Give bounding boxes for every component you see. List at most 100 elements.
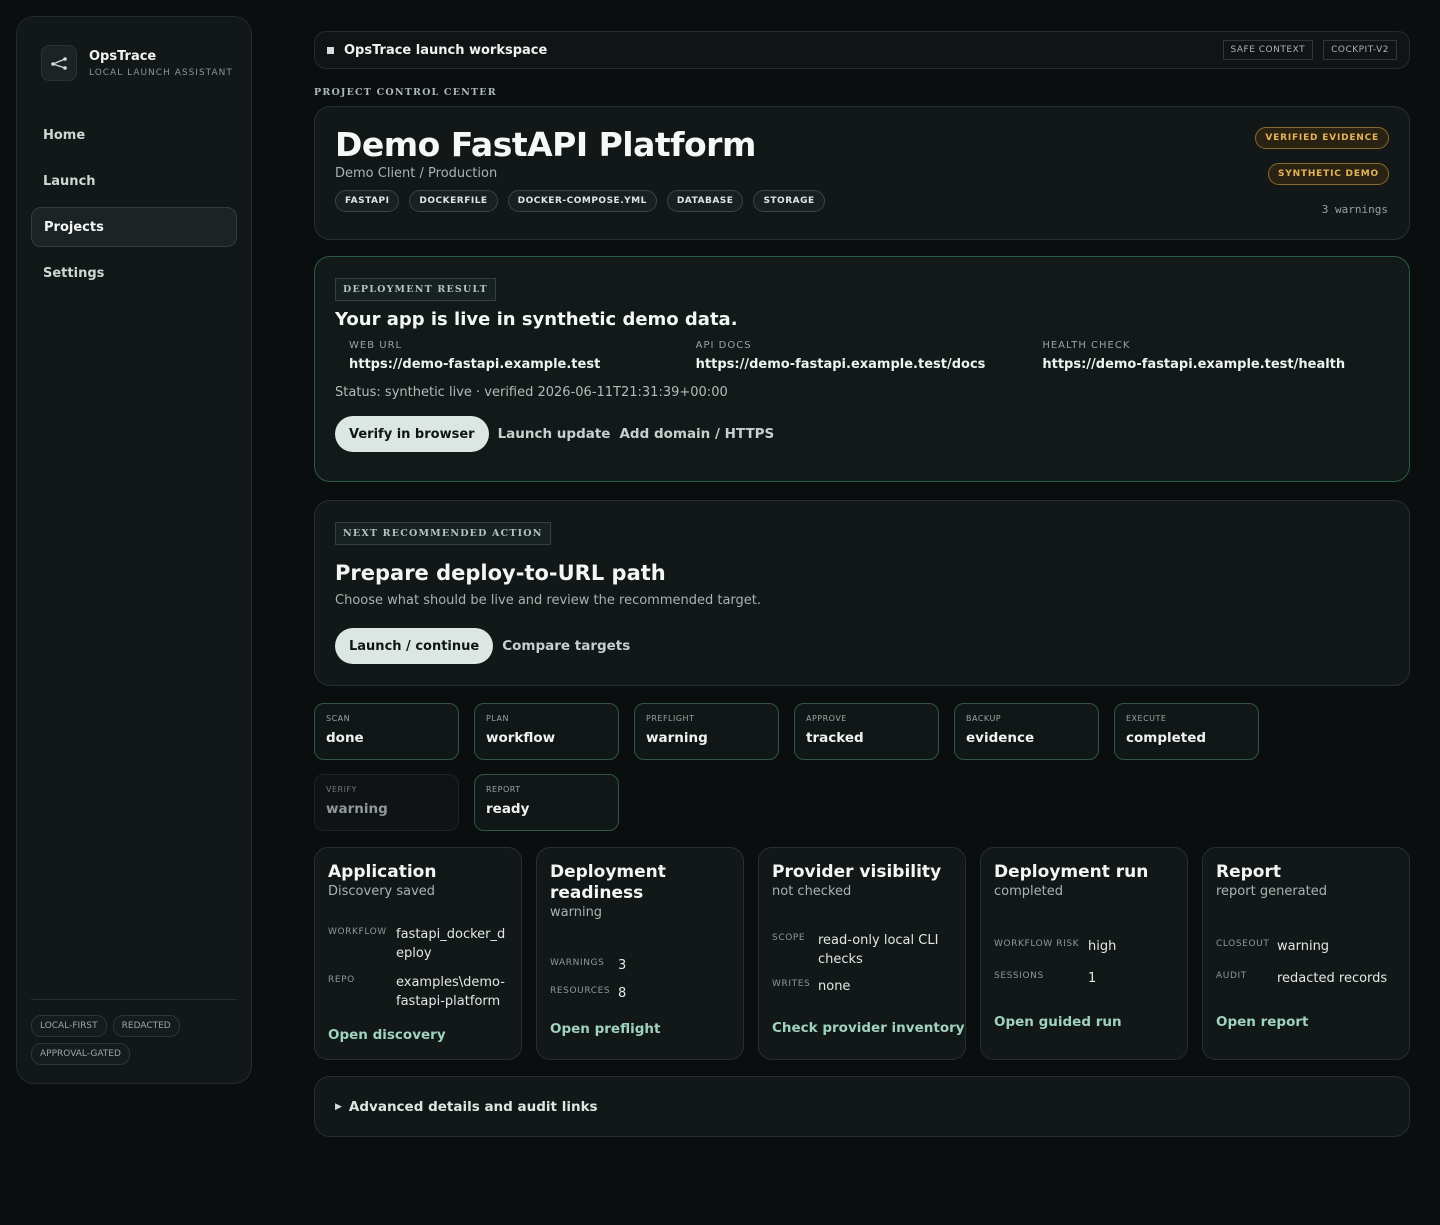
open-report-link[interactable]: Open report <box>1216 1014 1308 1030</box>
panel-title: Provider visibility <box>772 862 942 882</box>
kv-value: fastapi_docker_deploy <box>396 927 506 961</box>
tag-database: DATABASE <box>666 190 744 212</box>
page-title: Demo FastAPI Platform <box>335 125 756 164</box>
sidebar: OpsTrace LOCAL LAUNCH ASSISTANT Home Lau… <box>16 16 252 1084</box>
launch-continue-button[interactable]: Launch / continue <box>335 628 494 664</box>
tag-docker-compose: DOCKER-COMPOSE.YML <box>507 190 657 212</box>
kv-value: high <box>1088 939 1117 954</box>
project-card: Demo FastAPI Platform Demo Client / Prod… <box>314 106 1410 240</box>
step-value: warning <box>326 801 388 817</box>
deployment-urls: WEB URL https://demo-fastapi.example.tes… <box>335 340 1389 372</box>
safe-context-chip: SAFE CONTEXT <box>1222 40 1314 60</box>
tag-redacted: REDACTED <box>112 1015 180 1037</box>
deployment-run-panel: Deployment run completed WORKFLOW RISK hi… <box>980 847 1188 1060</box>
launch-update-link[interactable]: Launch update <box>498 426 611 442</box>
tag-fastapi: FASTAPI <box>335 190 400 212</box>
step-preflight[interactable]: PREFLIGHT warning <box>634 703 779 760</box>
tag-storage: STORAGE <box>753 190 825 212</box>
synthetic-demo-badge: SYNTHETIC DEMO <box>1267 163 1389 185</box>
kv-key: WORKFLOW <box>328 927 387 937</box>
sidebar-divider <box>31 999 237 1000</box>
brand-name: OpsTrace <box>89 48 157 64</box>
step-value: done <box>326 730 364 746</box>
application-panel: Application Discovery saved WORKFLOW fast… <box>314 847 522 1060</box>
step-label: PREFLIGHT <box>646 714 695 723</box>
web-url-link[interactable]: https://demo-fastapi.example.test <box>349 357 696 372</box>
kv-value: 8 <box>618 986 627 1001</box>
step-plan[interactable]: PLAN workflow <box>474 703 619 760</box>
warnings-count: 3 warnings <box>1321 203 1388 216</box>
workspace-bar: OpsTrace launch workspace SAFE CONTEXT C… <box>314 31 1410 69</box>
step-value: ready <box>486 801 530 817</box>
step-execute[interactable]: EXECUTE completed <box>1114 703 1259 760</box>
step-approve[interactable]: APPROVE tracked <box>794 703 939 760</box>
verified-evidence-badge: VERIFIED EVIDENCE <box>1255 127 1389 149</box>
step-report[interactable]: REPORT ready <box>474 774 619 831</box>
section-label: PROJECT CONTROL CENTER <box>314 87 497 98</box>
step-label: VERIFY <box>326 785 357 794</box>
step-label: SCAN <box>326 714 351 723</box>
advanced-details-toggle[interactable]: ▶ Advanced details and audit links <box>314 1076 1410 1137</box>
panel-status: completed <box>994 884 1063 899</box>
sidebar-item-launch[interactable]: Launch <box>31 161 237 201</box>
check-provider-inventory-link[interactable]: Check provider inventory <box>772 1020 965 1036</box>
kv-value: examples\demo-fastapi-platform <box>396 975 505 1009</box>
kv-key: WRITES <box>772 979 811 989</box>
step-backup[interactable]: BACKUP evidence <box>954 703 1099 760</box>
workflow-steps: SCAN done PLAN workflow PREFLIGHT warnin… <box>314 703 1410 831</box>
sidebar-item-home[interactable]: Home <box>31 115 237 155</box>
share-branch-icon <box>41 45 77 81</box>
kv-value: 1 <box>1088 971 1097 986</box>
sidebar-nav: Home Launch Projects Settings <box>31 115 237 299</box>
add-domain-link[interactable]: Add domain / HTTPS <box>619 426 774 442</box>
sidebar-item-projects[interactable]: Projects <box>31 207 237 247</box>
brand: OpsTrace LOCAL LAUNCH ASSISTANT <box>41 45 233 81</box>
health-check-label: HEALTH CHECK <box>1042 340 1131 351</box>
kv-value: 3 <box>618 958 627 973</box>
deployment-status: Status: synthetic live · verified 2026-0… <box>335 385 728 400</box>
panel-status: warning <box>550 905 603 920</box>
panel-title: Application <box>328 862 437 882</box>
kv-key: SESSIONS <box>994 971 1044 981</box>
triangle-right-icon: ▶ <box>335 1101 342 1112</box>
step-scan[interactable]: SCAN done <box>314 703 459 760</box>
panel-status: report generated <box>1216 884 1327 899</box>
step-verify[interactable]: VERIFY warning <box>314 774 459 831</box>
panel-title: Deployment run <box>994 862 1149 882</box>
cockpit-version-chip: COCKPIT-V2 <box>1323 40 1397 60</box>
tag-dockerfile: DOCKERFILE <box>409 190 498 212</box>
verify-in-browser-button[interactable]: Verify in browser <box>335 416 489 452</box>
step-value: evidence <box>966 730 1035 746</box>
compare-targets-link[interactable]: Compare targets <box>502 638 630 654</box>
sidebar-item-settings[interactable]: Settings <box>31 253 237 293</box>
kv-value: read-only local CLI checks <box>818 933 939 967</box>
open-preflight-link[interactable]: Open preflight <box>550 1021 660 1037</box>
main-content: OpsTrace launch workspace SAFE CONTEXT C… <box>314 31 1410 1137</box>
kv-value: warning <box>1277 939 1330 954</box>
deployment-title: Your app is live in synthetic demo data. <box>335 309 738 330</box>
summary-panels: Application Discovery saved WORKFLOW fast… <box>314 847 1410 1060</box>
deployment-readiness-panel: Deployment readiness warning WARNINGS 3 R… <box>536 847 744 1060</box>
project-subtitle: Demo Client / Production <box>335 166 498 181</box>
kv-key: SCOPE <box>772 933 806 943</box>
panel-status: not checked <box>772 884 852 899</box>
health-check-link[interactable]: https://demo-fastapi.example.test/health <box>1042 357 1389 372</box>
step-value: warning <box>646 730 708 746</box>
brand-subtitle: LOCAL LAUNCH ASSISTANT <box>89 67 233 78</box>
kv-value: none <box>818 979 851 994</box>
next-action-card: NEXT RECOMMENDED ACTION Prepare deploy-t… <box>314 500 1410 686</box>
step-label: BACKUP <box>966 714 1002 723</box>
deployment-result-label: DEPLOYMENT RESULT <box>335 278 496 301</box>
kv-key: CLOSEOUT <box>1216 939 1270 949</box>
api-docs-link[interactable]: https://demo-fastapi.example.test/docs <box>696 357 1043 372</box>
report-panel: Report report generated CLOSEOUT warning … <box>1202 847 1410 1060</box>
open-guided-run-link[interactable]: Open guided run <box>994 1014 1122 1030</box>
open-discovery-link[interactable]: Open discovery <box>328 1027 446 1043</box>
panel-title: Deployment readiness <box>550 862 666 903</box>
step-value: tracked <box>806 730 864 746</box>
next-action-title: Prepare deploy-to-URL path <box>335 561 666 585</box>
panel-title: Report <box>1216 862 1281 882</box>
step-value: completed <box>1126 730 1207 746</box>
project-tags: FASTAPI DOCKERFILE DOCKER-COMPOSE.YML DA… <box>335 190 1389 212</box>
tag-local-first: LOCAL-FIRST <box>31 1015 107 1037</box>
